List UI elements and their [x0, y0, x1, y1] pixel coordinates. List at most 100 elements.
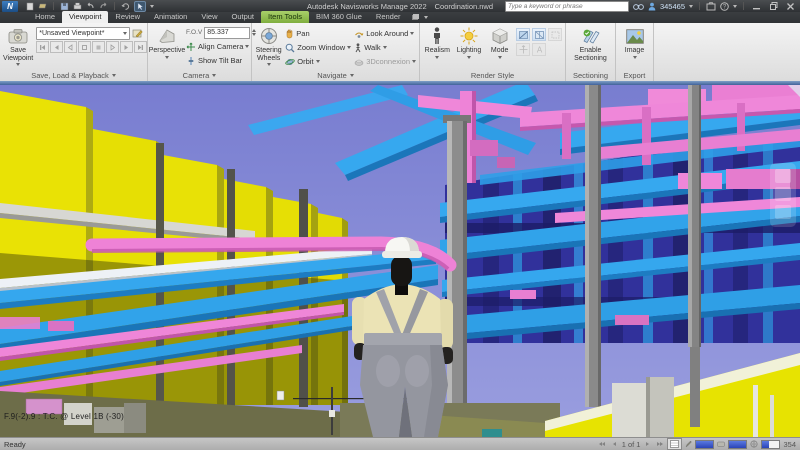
steering-wheels-button[interactable]: Steering Wheels — [255, 25, 282, 70]
render-toggle-shaded-button[interactable] — [516, 28, 531, 41]
app-store-icon[interactable] — [706, 1, 716, 11]
titlebar-separator2 — [743, 2, 744, 10]
titlebar-separator — [699, 2, 700, 10]
tab-viewpoint[interactable]: Viewpoint — [62, 11, 109, 23]
tab-output[interactable]: Output — [224, 11, 261, 23]
perspective-button[interactable]: Perspective — [149, 25, 185, 70]
help-icon[interactable]: ? — [720, 1, 729, 11]
zoom-caret-icon — [347, 46, 352, 49]
group-label-export[interactable]: Export — [616, 70, 653, 81]
tab-render[interactable]: Render — [369, 11, 408, 23]
look-around-button[interactable]: Look Around — [354, 27, 416, 40]
account-id[interactable]: 345465 — [660, 2, 685, 11]
edit-viewpoint-icon[interactable] — [132, 28, 143, 39]
align-camera-button[interactable]: Align Camera — [186, 40, 256, 53]
prev-sheet-button[interactable] — [610, 440, 619, 449]
first-sheet-button[interactable] — [598, 440, 607, 449]
export-image-button[interactable]: Image — [620, 25, 650, 70]
save-viewpoint-button[interactable]: Save Viewpoint — [3, 25, 33, 70]
tab-item-tools[interactable]: Item Tools — [261, 11, 310, 23]
app-title: Autodesk Navisworks Manage 2022 — [306, 1, 427, 11]
render-toggle-text-button[interactable]: A — [532, 43, 547, 56]
web-progress-meter — [761, 439, 781, 449]
3dconnexion-button[interactable]: 3Dconnexion — [354, 55, 416, 68]
search-input[interactable] — [504, 0, 629, 12]
restore-button[interactable] — [767, 2, 780, 11]
group-label-sectioning[interactable]: Sectioning — [566, 70, 615, 81]
fov-label: F.O.V — [186, 29, 203, 36]
next-sheet-button[interactable] — [643, 440, 652, 449]
lighting-caret-icon — [466, 55, 471, 59]
render-toggle-extra-button[interactable] — [548, 28, 563, 41]
look-around-caret-icon — [410, 32, 415, 35]
show-tilt-bar-button[interactable]: Show Tilt Bar — [186, 54, 256, 67]
titlebar-right: 345465 ? — [504, 0, 800, 12]
group-label-navigate[interactable]: Navigate — [252, 70, 419, 81]
playback-skip-end-button[interactable] — [134, 41, 148, 53]
playback-step-forward-button[interactable] — [120, 41, 134, 53]
steering-wheel-icon — [260, 26, 278, 46]
undo-icon[interactable] — [86, 2, 95, 10]
playback-record-button[interactable] — [92, 41, 106, 53]
realism-caret-icon — [435, 55, 440, 59]
qat-overflow-caret-icon[interactable] — [150, 4, 154, 8]
tab-view[interactable]: View — [194, 11, 224, 23]
account-caret-icon[interactable] — [689, 4, 693, 8]
viewpoint-dropdown[interactable]: *Unsaved Viewpoint* — [36, 27, 131, 40]
pan-button[interactable]: Pan — [285, 27, 351, 40]
image-icon — [625, 26, 644, 46]
lighting-button[interactable]: Lighting — [455, 25, 484, 70]
minimize-button[interactable] — [750, 2, 763, 11]
playback-play-back-button[interactable] — [64, 41, 78, 53]
playback-play-button[interactable] — [106, 41, 120, 53]
help-caret-icon[interactable] — [733, 4, 737, 8]
mode-button[interactable]: Mode — [486, 25, 513, 70]
close-button[interactable] — [784, 2, 797, 11]
group-label-render-style[interactable]: Render Style — [420, 70, 565, 81]
tab-bim-360-glue[interactable]: BIM 360 Glue — [309, 11, 369, 23]
realism-button[interactable]: Realism — [423, 25, 452, 70]
realism-person-icon — [432, 26, 442, 46]
image-caret-icon — [632, 55, 637, 59]
redo-icon[interactable] — [99, 2, 108, 10]
save-icon[interactable] — [60, 2, 69, 11]
group-camera-caret-icon — [212, 74, 217, 77]
search-binoculars-icon[interactable] — [633, 2, 644, 11]
disk-meter-icon — [717, 441, 726, 447]
zoom-window-button[interactable]: Zoom Window — [285, 41, 352, 54]
playback-step-back-button[interactable] — [50, 41, 64, 53]
open-icon[interactable] — [38, 2, 47, 10]
fov-input[interactable] — [204, 26, 251, 39]
group-label-camera[interactable]: Camera — [148, 70, 251, 81]
group-label-save[interactable]: Save, Load & Playback — [0, 70, 147, 81]
tab-animation[interactable]: Animation — [147, 11, 194, 23]
enable-sectioning-button[interactable]: Enable Sectioning — [570, 25, 612, 70]
3d-scene[interactable] — [0, 85, 800, 437]
select-tool-button[interactable] — [134, 0, 146, 12]
viewport-3d[interactable]: F.9(-2).9 : T.C. @ Level 1B (-30) — [0, 85, 800, 437]
tab-review[interactable]: Review — [108, 11, 147, 23]
playback-stop-button[interactable] — [78, 41, 92, 53]
tab-overflow[interactable] — [411, 14, 428, 23]
render-toggle-wireframe-button[interactable] — [532, 28, 547, 41]
user-icon[interactable] — [648, 2, 656, 11]
walk-button[interactable]: Walk — [354, 41, 416, 54]
tilt-bar-icon — [188, 56, 194, 65]
qat-separator — [53, 2, 54, 10]
new-document-icon[interactable] — [26, 2, 34, 11]
render-toggle-move-button[interactable] — [516, 43, 531, 56]
mode-caret-icon — [497, 55, 502, 59]
viewpoint-overlay-label: F.9(-2).9 : T.C. @ Level 1B (-30) — [4, 412, 124, 421]
refresh-icon[interactable] — [121, 2, 130, 11]
tab-home[interactable]: Home — [28, 11, 62, 23]
last-sheet-button[interactable] — [655, 440, 664, 449]
tab-overflow-icon — [411, 14, 419, 20]
print-icon[interactable] — [73, 2, 82, 10]
sheet-browser-button[interactable] — [667, 438, 683, 450]
orbit-button[interactable]: Orbit — [285, 55, 351, 68]
document-name: Coordination.nwd — [434, 1, 494, 11]
group-export: Image Export — [616, 23, 654, 81]
app-menu-button[interactable]: N — [2, 0, 18, 12]
playback-skip-start-button[interactable] — [36, 41, 50, 53]
sheet-indicator: 1 of 1 — [621, 439, 641, 449]
